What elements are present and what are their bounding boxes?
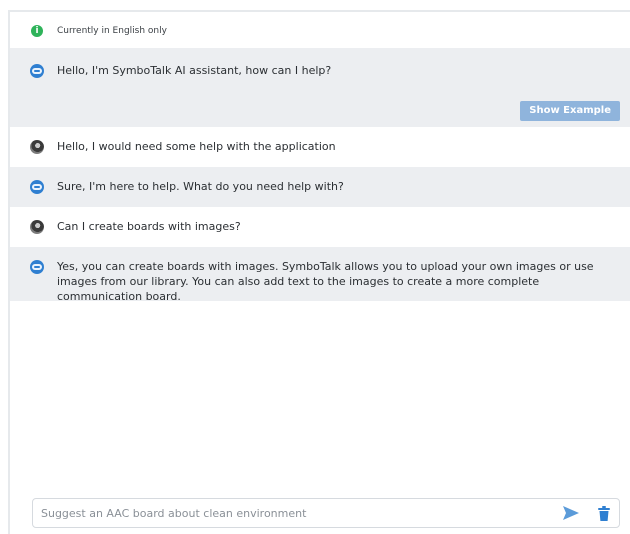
language-notice: i Currently in English only — [10, 20, 630, 42]
message-text: Yes, you can create boards with images. … — [57, 260, 594, 303]
assistant-message: Hello, I'm SymboTalk AI assistant, how c… — [10, 48, 630, 127]
message-text: Sure, I'm here to help. What do you need… — [57, 180, 344, 193]
trash-icon[interactable] — [598, 506, 610, 521]
message-text: Hello, I would need some help with the a… — [57, 140, 336, 153]
assistant-message: Sure, I'm here to help. What do you need… — [10, 167, 630, 207]
info-icon: i — [31, 25, 43, 37]
message-text: Can I create boards with images? — [57, 220, 241, 233]
message-text: Hello, I'm SymboTalk AI assistant, how c… — [57, 64, 332, 77]
send-icon[interactable] — [563, 506, 579, 520]
chat-input-bar — [32, 498, 620, 528]
user-avatar-icon — [30, 220, 44, 234]
chat-input[interactable] — [41, 499, 541, 527]
notice-text: Currently in English only — [57, 26, 167, 36]
chat-panel: i Currently in English only Hello, I'm S… — [8, 10, 630, 534]
user-message: Can I create boards with images? — [10, 207, 630, 247]
user-avatar-icon — [30, 140, 44, 154]
assistant-message: Yes, you can create boards with images. … — [10, 247, 630, 303]
user-message: Hello, I would need some help with the a… — [10, 127, 630, 167]
bot-avatar-icon — [30, 260, 44, 274]
show-example-button[interactable]: Show Example — [520, 101, 620, 121]
bot-avatar-icon — [30, 64, 44, 78]
bot-avatar-icon — [30, 180, 44, 194]
